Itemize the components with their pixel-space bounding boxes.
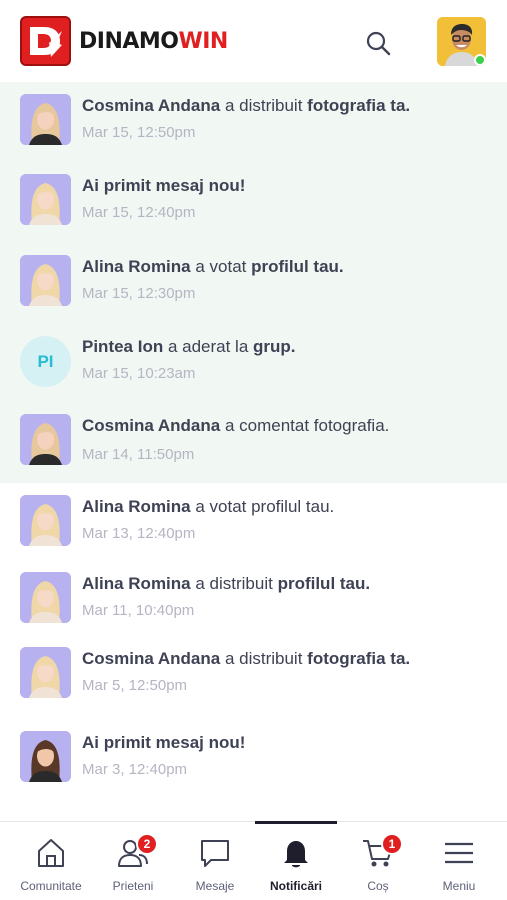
notification-message: Cosmina Andana a comentat fotografia. (82, 416, 389, 436)
tab-notificari[interactable]: Notificări (255, 821, 337, 900)
tab-label: Notificări (269, 879, 322, 893)
notification-message-strong: Pintea Ion (82, 337, 164, 356)
notification-avatar[interactable] (20, 174, 71, 225)
notification-message-strong: Ai primit mesaj nou! (82, 733, 246, 752)
notification-avatar-initials[interactable]: PI (20, 336, 71, 387)
notification-message-strong: profilul tau. (277, 574, 371, 593)
notification-message: Alina Romina a votat profilul tau. (82, 257, 344, 277)
notification-message: Pintea Ion a aderat la grup. (82, 337, 296, 357)
notification-message-strong: Cosmina Andana (82, 416, 221, 435)
notification-message-strong: Cosmina Andana (82, 96, 221, 115)
notification-item[interactable]: Cosmina Andana a distribuit fotografia t… (0, 82, 507, 162)
notification-message: Cosmina Andana a distribuit fotografia t… (82, 96, 410, 116)
notification-message: Alina Romina a votat profilul tau. (82, 497, 334, 517)
notification-message-strong: Alina Romina (82, 497, 191, 516)
notification-message: Ai primit mesaj nou! (82, 176, 245, 196)
notification-list: Cosmina Andana a distribuit fotografia t… (0, 82, 507, 795)
notification-avatar[interactable] (20, 94, 71, 145)
tab-badge-count: 2 (136, 833, 158, 855)
tab-label: Comunitate (20, 879, 82, 893)
notification-message-text: a distribuit (220, 96, 308, 115)
notification-time: Mar 5, 12:50pm (82, 677, 188, 694)
tab-label: Prieteni (112, 879, 154, 893)
tab-mesaje[interactable]: Mesaje (174, 822, 256, 900)
tab-comunitate[interactable]: Comunitate (10, 822, 92, 900)
notification-message: Ai primit mesaj nou! (82, 733, 245, 753)
brand-name: DINAMOWIN (79, 29, 228, 54)
notification-avatar[interactable] (20, 495, 71, 546)
app-header: DINAMOWIN (0, 0, 507, 82)
notification-message-text: a votat profilul tau. (190, 497, 335, 516)
notification-message-strong: Ai primit mesaj nou! (82, 176, 246, 195)
notification-message-strong: profilul tau. (251, 257, 344, 276)
notification-time: Mar 15, 12:50pm (82, 124, 196, 141)
notification-time: Mar 13, 12:40pm (82, 525, 196, 542)
notification-time: Mar 3, 12:40pm (82, 761, 188, 778)
notification-avatar[interactable] (20, 731, 71, 782)
notification-time: Mar 15, 12:40pm (82, 204, 196, 221)
notification-message-strong: Cosmina Andana (82, 649, 221, 668)
notification-item[interactable]: Cosmina Andana a distribuit fotografia t… (0, 635, 507, 719)
bell-icon (279, 836, 313, 870)
notification-message: Alina Romina a distribuit profilul tau. (82, 574, 370, 594)
home-icon (34, 836, 68, 870)
notification-item[interactable]: Alina Romina a votat profilul tau. Mar 13… (0, 483, 507, 560)
notification-message-text: a distribuit (220, 649, 308, 668)
tab-badge-count: 1 (381, 833, 403, 855)
notification-avatar[interactable] (20, 255, 71, 306)
tab-label: Mesaje (195, 879, 235, 893)
notification-time: Mar 11, 10:40pm (82, 602, 195, 619)
notification-item[interactable]: PI Pintea Ion a aderat la grup. Mar 15, 10… (0, 323, 507, 402)
tab-meniu[interactable]: Meniu (418, 822, 500, 900)
notification-item[interactable]: Alina Romina a votat profilul tau. Mar 15… (0, 243, 507, 323)
brand-logo[interactable] (20, 16, 71, 66)
notification-message-text: a votat (190, 257, 252, 276)
tab-label: Meniu (442, 879, 476, 893)
notification-message-strong: fotografia ta. (307, 96, 411, 115)
notification-time: Mar 15, 12:30pm (82, 285, 196, 302)
notification-time: Mar 14, 11:50pm (82, 446, 195, 463)
notification-message-text: a distribuit (190, 574, 278, 593)
chat-icon (198, 836, 232, 870)
notification-message: Cosmina Andana a distribuit fotografia t… (82, 649, 410, 669)
notification-item[interactable]: Alina Romina a distribuit profilul tau. M… (0, 560, 507, 635)
notification-avatar[interactable] (20, 647, 71, 698)
tab-prieteni[interactable]: 2 Prieteni (92, 822, 174, 900)
notification-item[interactable]: Ai primit mesaj nou! Mar 15, 12:40pm (0, 162, 507, 243)
tab-label: Coș (367, 879, 389, 893)
notification-time: Mar 15, 10:23am (82, 365, 196, 382)
notification-avatar[interactable] (20, 414, 71, 465)
notification-item[interactable]: Cosmina Andana a comentat fotografia. Mar… (0, 402, 507, 483)
notification-item[interactable]: Ai primit mesaj nou! Mar 3, 12:40pm (0, 719, 507, 795)
notification-avatar[interactable] (20, 572, 71, 623)
bottom-tab-bar: Comunitate 2 Prieteni Mesaje Notificări 1 Coș M… (0, 821, 507, 900)
online-status-indicator (474, 54, 486, 66)
notification-message-strong: fotografia ta. (307, 649, 411, 668)
notification-message-text: a aderat la (163, 337, 254, 356)
tab-cos[interactable]: 1 Coș (337, 822, 419, 900)
notification-message-strong: Alina Romina (82, 257, 191, 276)
brand-name-first: DINAMO (79, 29, 179, 54)
menu-icon (442, 836, 476, 870)
notification-message-strong: grup. (253, 337, 296, 356)
brand-name-second: WIN (178, 29, 228, 54)
notification-message-text: a comentat fotografia. (220, 416, 390, 435)
search-icon[interactable] (364, 29, 392, 57)
logo-mark-icon (30, 27, 62, 57)
notification-message-strong: Alina Romina (82, 574, 191, 593)
